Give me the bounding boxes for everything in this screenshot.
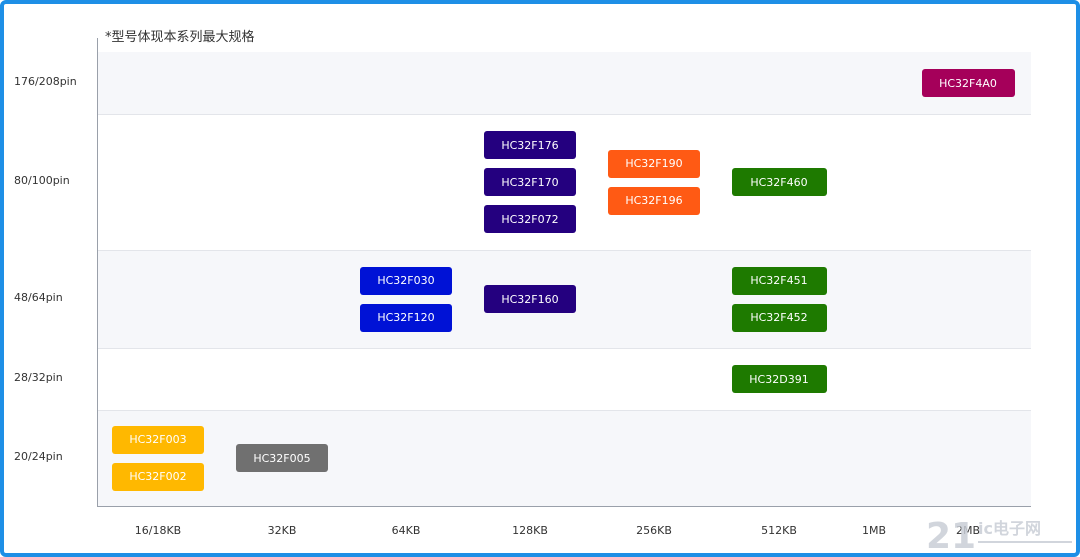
x-tick-label: 128KB bbox=[512, 524, 548, 537]
band-divider bbox=[97, 250, 1031, 251]
diagram-canvas: *型号体现本系列最大规格 176/208pin 80/100pin 48/64pin… bbox=[4, 4, 1076, 554]
svg-text:21: 21 bbox=[926, 516, 976, 554]
band-divider bbox=[97, 114, 1031, 115]
y-tick-label: 176/208pin bbox=[14, 75, 77, 88]
chip-hc32f196: HC32F196 bbox=[608, 186, 700, 215]
svg-text:ic电子网: ic电子网 bbox=[978, 519, 1041, 538]
diagram-note: *型号体现本系列最大规格 bbox=[105, 30, 255, 45]
y-tick-label: 28/32pin bbox=[14, 371, 63, 384]
chip-hc32f4a0: HC32F4A0 bbox=[921, 69, 1015, 97]
pin-band-0 bbox=[97, 52, 1031, 114]
y-axis-line bbox=[97, 38, 98, 506]
x-tick-label: 256KB bbox=[636, 524, 672, 537]
chip-hc32f002: HC32F002 bbox=[112, 462, 204, 491]
x-tick-label: 512KB bbox=[761, 524, 797, 537]
chip-hc32f190: HC32F190 bbox=[608, 149, 700, 178]
chip-hc32d391: HC32D391 bbox=[731, 365, 827, 393]
band-divider bbox=[97, 410, 1031, 411]
x-tick-label: 32KB bbox=[267, 524, 297, 537]
chip-hc32f030: HC32F030 bbox=[360, 266, 452, 295]
chip-hc32f120: HC32F120 bbox=[360, 303, 452, 332]
y-tick-label: 80/100pin bbox=[14, 174, 70, 187]
x-tick-label: 64KB bbox=[391, 524, 421, 537]
chip-hc32f072: HC32F072 bbox=[484, 205, 576, 233]
x-tick-label: 16/18KB bbox=[134, 524, 182, 537]
chip-hc32f005: HC32F005 bbox=[236, 444, 328, 472]
x-tick-label: 1MB bbox=[861, 524, 887, 537]
pin-band-3 bbox=[97, 348, 1031, 410]
y-tick-label: 48/64pin bbox=[14, 291, 63, 304]
site-watermark-logo: 21 ic电子网 bbox=[926, 516, 1072, 554]
band-divider bbox=[97, 348, 1031, 349]
chip-hc32f451: HC32F451 bbox=[731, 266, 827, 295]
chip-hc32f003: HC32F003 bbox=[112, 425, 204, 454]
chip-hc32f460: HC32F460 bbox=[731, 168, 827, 196]
chip-hc32f160: HC32F160 bbox=[484, 285, 576, 313]
plot-area bbox=[97, 52, 1031, 506]
y-tick-label: 20/24pin bbox=[14, 450, 63, 463]
chip-hc32f170: HC32F170 bbox=[484, 168, 576, 196]
chip-hc32f452: HC32F452 bbox=[731, 303, 827, 332]
x-axis-line bbox=[97, 506, 1031, 507]
chip-hc32f176: HC32F176 bbox=[484, 131, 576, 159]
